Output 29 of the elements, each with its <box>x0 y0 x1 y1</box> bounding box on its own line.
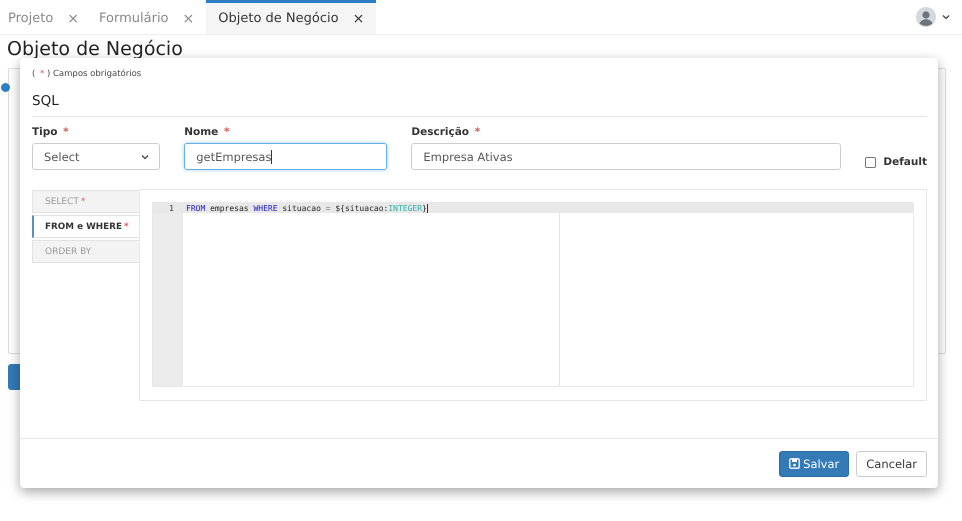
chevron-icon <box>141 154 150 160</box>
input-field[interactable]: getEmpresas <box>184 143 388 170</box>
field-label: Nome * <box>184 126 230 138</box>
close-icon[interactable]: × <box>182 10 194 26</box>
field-label: Descrição * <box>411 126 482 138</box>
close-icon[interactable]: × <box>352 10 364 26</box>
save-button[interactable]: Salvar <box>779 450 850 476</box>
input-field[interactable]: Empresa Ativas <box>411 143 842 170</box>
type-select[interactable]: Select <box>32 143 160 170</box>
caret-icon[interactable] <box>942 14 950 20</box>
line-number: 1 <box>168 204 174 212</box>
page-title: Objeto de Negócio <box>6 37 184 62</box>
sql-section-tab[interactable]: FROM e WHERE * <box>32 215 139 238</box>
tab[interactable]: Formulário × <box>91 0 206 34</box>
checkbox-label: Default <box>883 156 927 168</box>
code-editor[interactable]: 1 FROM empresas WHERE situacao = ${situacao:INTEGER} <box>152 202 914 387</box>
code-line: FROM empresas WHERE situacao = ${situacao:INTEGER} <box>186 204 427 212</box>
avatar-icon[interactable] <box>916 7 936 27</box>
sql-section-tab[interactable]: SELECT * <box>32 190 139 213</box>
step-dot <box>1 83 10 92</box>
section-title: SQL <box>32 93 927 117</box>
close-icon[interactable]: × <box>67 10 80 26</box>
floppy-icon <box>789 458 800 469</box>
cancel-button[interactable]: Cancelar <box>856 450 927 476</box>
field-label: Tipo * <box>32 126 70 138</box>
tab[interactable]: Projeto × <box>0 0 92 34</box>
tab[interactable]: Objeto de Negócio × <box>206 0 376 34</box>
required-fields-note: ( * ) Campos obrigatórios <box>32 69 142 79</box>
checkbox[interactable] <box>865 156 876 168</box>
